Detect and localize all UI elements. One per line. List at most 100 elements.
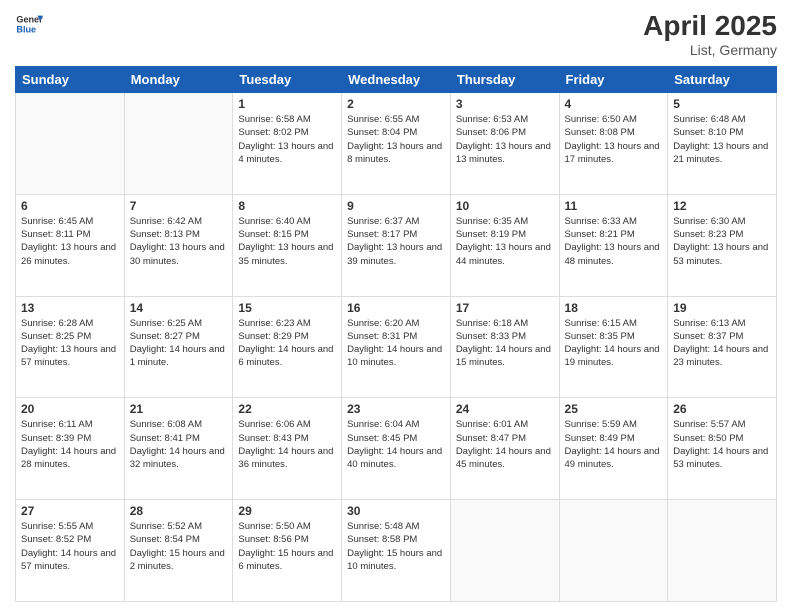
table-row: 20 Sunrise: 6:11 AM Sunset: 8:39 PM Dayli… [16,398,125,500]
day-detail: Sunrise: 6:45 AM Sunset: 8:11 PM Dayligh… [21,215,119,268]
day-detail: Sunrise: 6:13 AM Sunset: 8:37 PM Dayligh… [673,317,771,370]
day-number: 27 [21,504,119,518]
table-row: 16Sunrise: 6:20 AM Sunset: 8:31 PM Dayli… [342,296,451,398]
day-detail: Sunrise: 5:48 AM Sunset: 8:58 PM Dayligh… [347,520,445,573]
table-row: 23 Sunrise: 6:04 AM Sunset: 8:45 PM Dayli… [342,398,451,500]
day-number: 26 [673,402,771,416]
day-detail: Sunrise: 6:53 AM Sunset: 8:06 PM Dayligh… [456,113,554,166]
day-number: 6 [21,199,119,213]
day-detail: Sunrise: 5:50 AM Sunset: 8:56 PM Dayligh… [238,520,336,573]
day-detail: Sunrise: 6:23 AM Sunset: 8:29 PM Dayligh… [238,317,336,370]
table-row: 10Sunrise: 6:35 AM Sunset: 8:19 PM Dayli… [450,194,559,296]
day-detail: Sunrise: 6:25 AM Sunset: 8:27 PM Dayligh… [130,317,228,370]
title-month: April 2025 [643,10,777,42]
day-number: 9 [347,199,445,213]
header-tuesday: Tuesday [233,67,342,93]
calendar-week-5: 27Sunrise: 5:55 AM Sunset: 8:52 PM Dayli… [16,500,777,602]
table-row: 26 Sunrise: 5:57 AM Sunset: 8:50 PM Dayli… [668,398,777,500]
table-row: 4 Sunrise: 6:50 AM Sunset: 8:08 PM Daylig… [559,93,668,195]
table-row: 5 Sunrise: 6:48 AM Sunset: 8:10 PM Daylig… [668,93,777,195]
title-block: April 2025 List, Germany [643,10,777,58]
day-number: 17 [456,301,554,315]
table-row: 22 Sunrise: 6:06 AM Sunset: 8:43 PM Dayli… [233,398,342,500]
table-row: 19 Sunrise: 6:13 AM Sunset: 8:37 PM Dayli… [668,296,777,398]
table-row: 24 Sunrise: 6:01 AM Sunset: 8:47 PM Dayli… [450,398,559,500]
day-number: 30 [347,504,445,518]
table-row: 14 Sunrise: 6:25 AM Sunset: 8:27 PM Dayli… [124,296,233,398]
table-row: 29 Sunrise: 5:50 AM Sunset: 8:56 PM Dayli… [233,500,342,602]
day-detail: Sunrise: 6:04 AM Sunset: 8:45 PM Dayligh… [347,418,445,471]
day-number: 14 [130,301,228,315]
day-detail: Sunrise: 6:20 AM Sunset: 8:31 PM Dayligh… [347,317,445,370]
table-row: 15Sunrise: 6:23 AM Sunset: 8:29 PM Dayli… [233,296,342,398]
table-row: 6 Sunrise: 6:45 AM Sunset: 8:11 PM Daylig… [16,194,125,296]
table-row: 21 Sunrise: 6:08 AM Sunset: 8:41 PM Dayli… [124,398,233,500]
calendar-table: Sunday Monday Tuesday Wednesday Thursday… [15,66,777,602]
table-row: 28 Sunrise: 5:52 AM Sunset: 8:54 PM Dayli… [124,500,233,602]
day-detail: Sunrise: 6:42 AM Sunset: 8:13 PM Dayligh… [130,215,228,268]
day-detail: Sunrise: 6:15 AM Sunset: 8:35 PM Dayligh… [565,317,663,370]
day-number: 12 [673,199,771,213]
header-sunday: Sunday [16,67,125,93]
day-number: 10 [456,199,554,213]
day-number: 21 [130,402,228,416]
table-row: 30 Sunrise: 5:48 AM Sunset: 8:58 PM Dayli… [342,500,451,602]
day-number: 3 [456,97,554,111]
day-detail: Sunrise: 5:59 AM Sunset: 8:49 PM Dayligh… [565,418,663,471]
day-detail: Sunrise: 6:18 AM Sunset: 8:33 PM Dayligh… [456,317,554,370]
header-saturday: Saturday [668,67,777,93]
table-row: 11 Sunrise: 6:33 AM Sunset: 8:21 PM Dayli… [559,194,668,296]
table-row: 12 Sunrise: 6:30 AM Sunset: 8:23 PM Dayli… [668,194,777,296]
day-number: 22 [238,402,336,416]
day-detail: Sunrise: 6:06 AM Sunset: 8:43 PM Dayligh… [238,418,336,471]
day-detail: Sunrise: 6:08 AM Sunset: 8:41 PM Dayligh… [130,418,228,471]
table-row: 1Sunrise: 6:58 AM Sunset: 8:02 PM Daylig… [233,93,342,195]
day-number: 5 [673,97,771,111]
table-row [450,500,559,602]
logo-icon: General Blue [15,10,43,38]
day-detail: Sunrise: 6:33 AM Sunset: 8:21 PM Dayligh… [565,215,663,268]
day-number: 29 [238,504,336,518]
calendar-week-1: 1Sunrise: 6:58 AM Sunset: 8:02 PM Daylig… [16,93,777,195]
day-number: 19 [673,301,771,315]
table-row [124,93,233,195]
day-number: 8 [238,199,336,213]
title-location: List, Germany [643,42,777,58]
header-monday: Monday [124,67,233,93]
table-row: 7Sunrise: 6:42 AM Sunset: 8:13 PM Daylig… [124,194,233,296]
day-detail: Sunrise: 6:37 AM Sunset: 8:17 PM Dayligh… [347,215,445,268]
page: General Blue April 2025 List, Germany Su… [0,0,792,612]
logo: General Blue [15,10,43,38]
day-number: 28 [130,504,228,518]
day-number: 23 [347,402,445,416]
day-detail: Sunrise: 6:40 AM Sunset: 8:15 PM Dayligh… [238,215,336,268]
header-thursday: Thursday [450,67,559,93]
table-row [559,500,668,602]
day-number: 20 [21,402,119,416]
day-number: 2 [347,97,445,111]
table-row: 2 Sunrise: 6:55 AM Sunset: 8:04 PM Daylig… [342,93,451,195]
day-number: 24 [456,402,554,416]
day-detail: Sunrise: 6:30 AM Sunset: 8:23 PM Dayligh… [673,215,771,268]
table-row: 18Sunrise: 6:15 AM Sunset: 8:35 PM Dayli… [559,296,668,398]
table-row: 13Sunrise: 6:28 AM Sunset: 8:25 PM Dayli… [16,296,125,398]
header-wednesday: Wednesday [342,67,451,93]
table-row: 3 Sunrise: 6:53 AM Sunset: 8:06 PM Daylig… [450,93,559,195]
calendar-week-2: 6 Sunrise: 6:45 AM Sunset: 8:11 PM Daylig… [16,194,777,296]
day-number: 25 [565,402,663,416]
day-detail: Sunrise: 6:11 AM Sunset: 8:39 PM Dayligh… [21,418,119,471]
svg-text:Blue: Blue [16,24,36,34]
day-detail: Sunrise: 5:57 AM Sunset: 8:50 PM Dayligh… [673,418,771,471]
header-friday: Friday [559,67,668,93]
table-row [668,500,777,602]
day-number: 1 [238,97,336,111]
day-detail: Sunrise: 6:55 AM Sunset: 8:04 PM Dayligh… [347,113,445,166]
day-number: 4 [565,97,663,111]
day-number: 11 [565,199,663,213]
calendar-week-3: 13Sunrise: 6:28 AM Sunset: 8:25 PM Dayli… [16,296,777,398]
day-number: 13 [21,301,119,315]
day-detail: Sunrise: 5:52 AM Sunset: 8:54 PM Dayligh… [130,520,228,573]
day-detail: Sunrise: 6:50 AM Sunset: 8:08 PM Dayligh… [565,113,663,166]
day-detail: Sunrise: 6:01 AM Sunset: 8:47 PM Dayligh… [456,418,554,471]
day-detail: Sunrise: 6:48 AM Sunset: 8:10 PM Dayligh… [673,113,771,166]
